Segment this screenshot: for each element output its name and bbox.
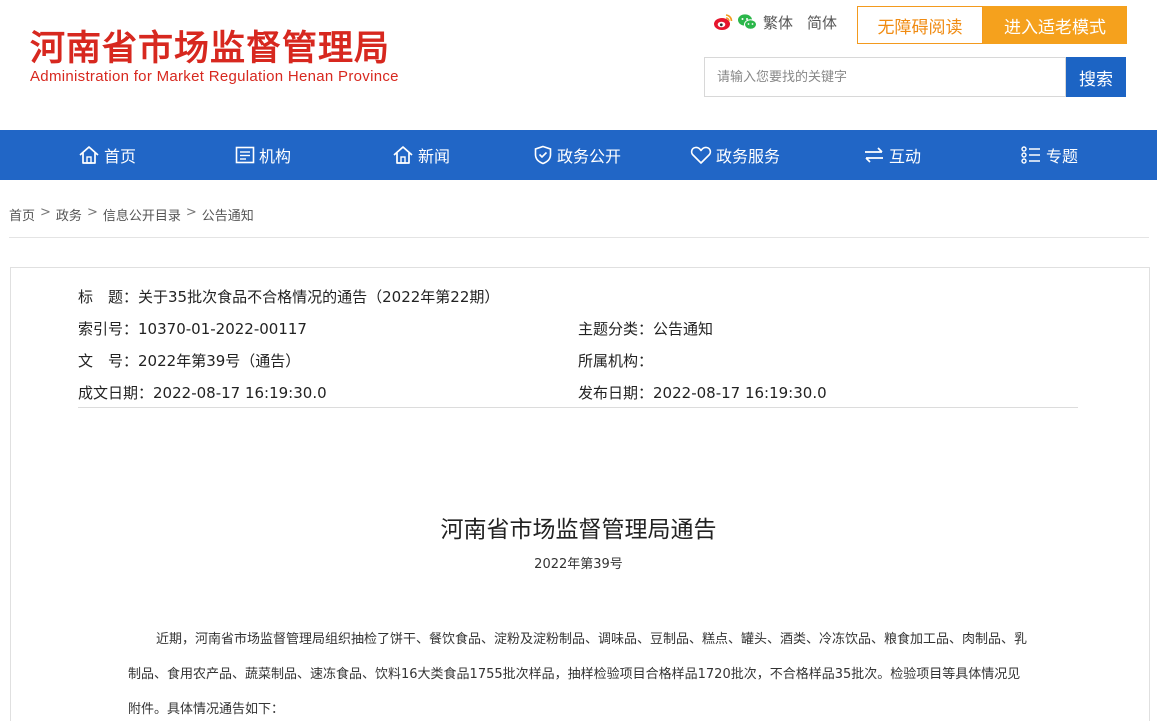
nav-item-label: 政务服务	[716, 147, 781, 166]
meta-divider	[78, 407, 1078, 408]
nav-item-label: 机构	[259, 147, 292, 166]
nav-item-home[interactable]: 首页	[78, 130, 136, 180]
meta-created-row: 成文日期：2022-08-17 16:19:30.0	[78, 382, 327, 403]
lang-traditional-link[interactable]: 繁体	[763, 12, 793, 33]
meta-title-row: 标 题：关于35批次食品不合格情况的通告（2022年第22期）	[78, 286, 499, 307]
breadcrumb-notices[interactable]: 公告通知	[202, 205, 254, 224]
nav-item-label: 首页	[104, 147, 137, 166]
article-number: 2022年第39号	[534, 557, 623, 572]
article-heading: 河南省市场监督管理局通告	[440, 517, 717, 543]
meta-org-label: 所属机构：	[578, 352, 654, 370]
nav-item-gov-affairs[interactable]: 政务公开	[533, 130, 621, 180]
breadcrumb-separator: >	[40, 205, 51, 220]
nav-item-label: 专题	[1046, 147, 1079, 166]
site-logo-subtitle: Administration for Market Regulation Hen…	[30, 68, 399, 85]
wechat-icon[interactable]	[737, 13, 757, 31]
breadcrumb-divider	[9, 237, 1149, 238]
meta-docno-label: 文 号：	[78, 352, 139, 370]
home-icon	[78, 145, 100, 165]
meta-index-label: 索引号：	[78, 320, 139, 338]
nav-item-news[interactable]: 新闻	[392, 130, 450, 180]
nav-item-label: 新闻	[418, 147, 451, 166]
meta-title-value: 关于35批次食品不合格情况的通告（2022年第22期）	[138, 288, 500, 306]
nav-item-org[interactable]: 机构	[235, 130, 291, 180]
meta-org-row: 所属机构：	[578, 350, 653, 371]
meta-created-value: 2022-08-17 16:19:30.0	[153, 384, 327, 402]
elder-mode-button[interactable]: 进入适老模式	[983, 6, 1127, 44]
meta-index-value: 10370-01-2022-00117	[138, 320, 307, 338]
main-nav: 首页 机构 新闻 政务公开 政务服务 互动 专题	[0, 130, 1157, 180]
social-links	[713, 13, 757, 31]
nav-item-label: 互动	[889, 147, 922, 166]
meta-published-value: 2022-08-17 16:19:30.0	[653, 384, 827, 402]
breadcrumb: 首页 > 政务 > 信息公开目录 > 公告通知	[9, 205, 254, 224]
article-paragraph: 近期，河南省市场监督管理局组织抽检了饼干、餐饮食品、淀粉及淀粉制品、调味品、豆制…	[128, 632, 1028, 717]
breadcrumb-catalog[interactable]: 信息公开目录	[103, 205, 181, 224]
meta-created-label: 成文日期：	[78, 384, 154, 402]
breadcrumb-separator: >	[86, 205, 98, 220]
site-header: 河南省市场监督管理局 Administration for Market Reg…	[0, 0, 1157, 130]
site-logo-title[interactable]: 河南省市场监督管理局	[30, 20, 390, 71]
nav-item-interaction[interactable]: 互动	[863, 130, 921, 180]
meta-docno-value: 2022年第39号（通告）	[138, 352, 301, 370]
lang-simplified-link[interactable]: 简体	[807, 12, 837, 33]
breadcrumb-separator: >	[185, 205, 197, 220]
shield-icon	[533, 145, 553, 165]
meta-published-row: 发布日期：2022-08-17 16:19:30.0	[578, 382, 827, 403]
search-button[interactable]: 搜索	[1066, 57, 1126, 97]
meta-title-label: 标 题：	[78, 288, 139, 306]
news-icon	[392, 145, 414, 165]
meta-topic-row: 主题分类：公告通知	[578, 318, 713, 339]
search-input[interactable]	[704, 57, 1066, 97]
accessibility-reading-button[interactable]: 无障碍阅读	[857, 6, 983, 44]
org-icon	[235, 146, 255, 164]
meta-topic-label: 主题分类：	[578, 320, 654, 338]
nav-item-gov-services[interactable]: 政务服务	[690, 130, 780, 180]
meta-published-label: 发布日期：	[578, 384, 654, 402]
nav-item-topics[interactable]: 专题	[1020, 130, 1078, 180]
exchange-icon	[863, 145, 885, 165]
breadcrumb-home[interactable]: 首页	[9, 205, 35, 224]
meta-topic-value: 公告通知	[653, 320, 714, 338]
breadcrumb-affairs[interactable]: 政务	[56, 205, 82, 224]
nav-item-label: 政务公开	[557, 147, 622, 166]
heart-icon	[690, 145, 712, 165]
list-icon	[1020, 145, 1042, 165]
meta-index-row: 索引号：10370-01-2022-00117	[78, 318, 307, 339]
meta-docno-row: 文 号：2022年第39号（通告）	[78, 350, 300, 371]
weibo-icon[interactable]	[713, 13, 733, 31]
